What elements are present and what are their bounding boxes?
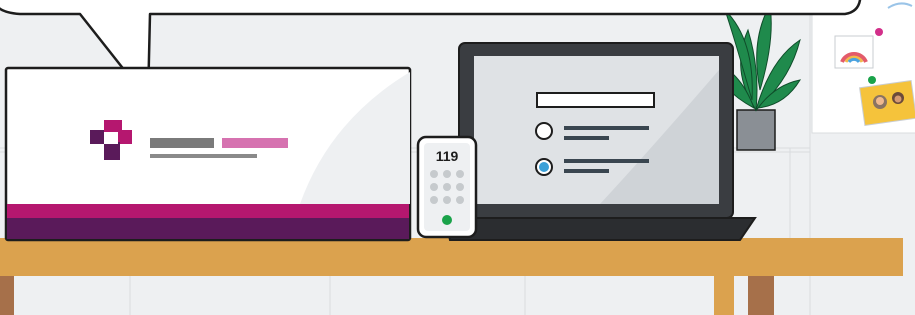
laptop-base <box>443 217 757 241</box>
banner-stripe-bottom <box>7 218 409 239</box>
banner-text-bar-1 <box>150 138 214 148</box>
plant-pot <box>736 109 776 151</box>
banner-stripe-top <box>7 204 409 218</box>
desk-leg-right-front <box>714 276 734 315</box>
clinic-banner <box>4 66 412 242</box>
phone-keypad-icon <box>430 170 464 204</box>
form-input-field[interactable] <box>536 92 655 108</box>
banner-text-bar-2 <box>222 138 288 148</box>
call-led-icon <box>442 215 452 225</box>
radio-button-unselected <box>535 122 553 140</box>
desk-top <box>0 238 903 276</box>
desk-leg-right-back <box>748 276 774 315</box>
illustration-scene: 119 <box>0 0 915 315</box>
wall-board <box>811 0 915 134</box>
banner-text-bar-3 <box>150 154 257 158</box>
phone-dialed-number: 119 <box>435 148 459 164</box>
laptop <box>443 42 757 241</box>
desk-leg-left <box>0 276 14 315</box>
